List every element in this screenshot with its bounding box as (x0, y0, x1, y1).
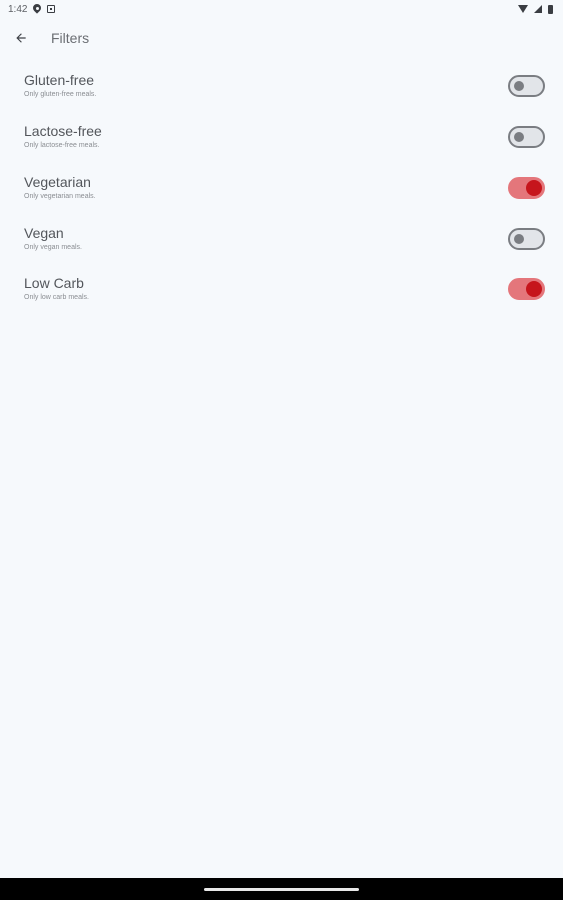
filter-item-low-carb[interactable]: Low Carb Only low carb meals. (0, 264, 563, 315)
wifi-icon (518, 5, 528, 13)
status-time: 1:42 (8, 3, 28, 15)
system-navigation-bar (0, 878, 563, 900)
filter-subtitle: Only vegan meals. (24, 243, 82, 251)
filter-subtitle: Only lactose-free meals. (24, 142, 100, 150)
filter-subtitle: Only vegetarian meals. (24, 192, 96, 200)
battery-icon (548, 4, 553, 14)
filter-item-vegan[interactable]: Vegan Only vegan meals. (0, 213, 563, 264)
filter-switch[interactable] (508, 75, 545, 98)
filter-switch[interactable] (508, 176, 545, 199)
filter-text: Low Carb Only low carb meals. (24, 275, 89, 303)
filter-title: Low Carb (24, 275, 84, 292)
filter-title: Vegetarian (24, 173, 91, 190)
filter-text: Vegan Only vegan meals. (24, 225, 82, 253)
switch-thumb (514, 81, 524, 92)
filter-subtitle: Only low carb meals. (24, 294, 89, 302)
filter-subtitle: Only gluten-free meals. (24, 91, 97, 99)
filter-text: Gluten-free Only gluten-free meals. (24, 72, 96, 100)
app-bar: Filters (0, 24, 563, 52)
arrow-back-icon (16, 33, 26, 43)
filters-screen: 1:42 Filters Gluten-free Only gluten-free… (0, 0, 563, 900)
signal-icon (534, 5, 542, 13)
filter-item-lactose-free[interactable]: Lactose-free Only lactose-free meals. (0, 112, 563, 163)
home-handle[interactable] (204, 887, 359, 891)
filter-item-vegetarian[interactable]: Vegetarian Only vegetarian meals. (0, 163, 563, 214)
switch-thumb (526, 179, 542, 196)
filter-switch[interactable] (508, 278, 545, 301)
page-title: Filters (51, 30, 90, 46)
filter-switch[interactable] (508, 227, 545, 250)
location-icon (33, 4, 41, 14)
filter-switch[interactable] (508, 126, 545, 149)
filter-text: Vegetarian Only vegetarian meals. (24, 174, 96, 202)
switch-thumb (514, 233, 524, 244)
filter-title: Vegan (24, 224, 64, 241)
filter-list: Gluten-free Only gluten-free meals. Lactos… (0, 61, 563, 315)
status-bar-right (518, 4, 553, 14)
back-button[interactable] (7, 24, 35, 52)
filter-item-gluten-free[interactable]: Gluten-free Only gluten-free meals. (0, 61, 563, 112)
filter-text: Lactose-free Only lactose-free meals. (24, 123, 102, 151)
switch-thumb (514, 132, 524, 143)
filter-title: Gluten-free (24, 72, 95, 89)
status-bar-left: 1:42 (8, 3, 56, 15)
media-icon (47, 5, 56, 13)
status-bar: 1:42 (0, 0, 563, 18)
switch-thumb (526, 281, 542, 298)
filter-title: Lactose-free (24, 123, 102, 140)
